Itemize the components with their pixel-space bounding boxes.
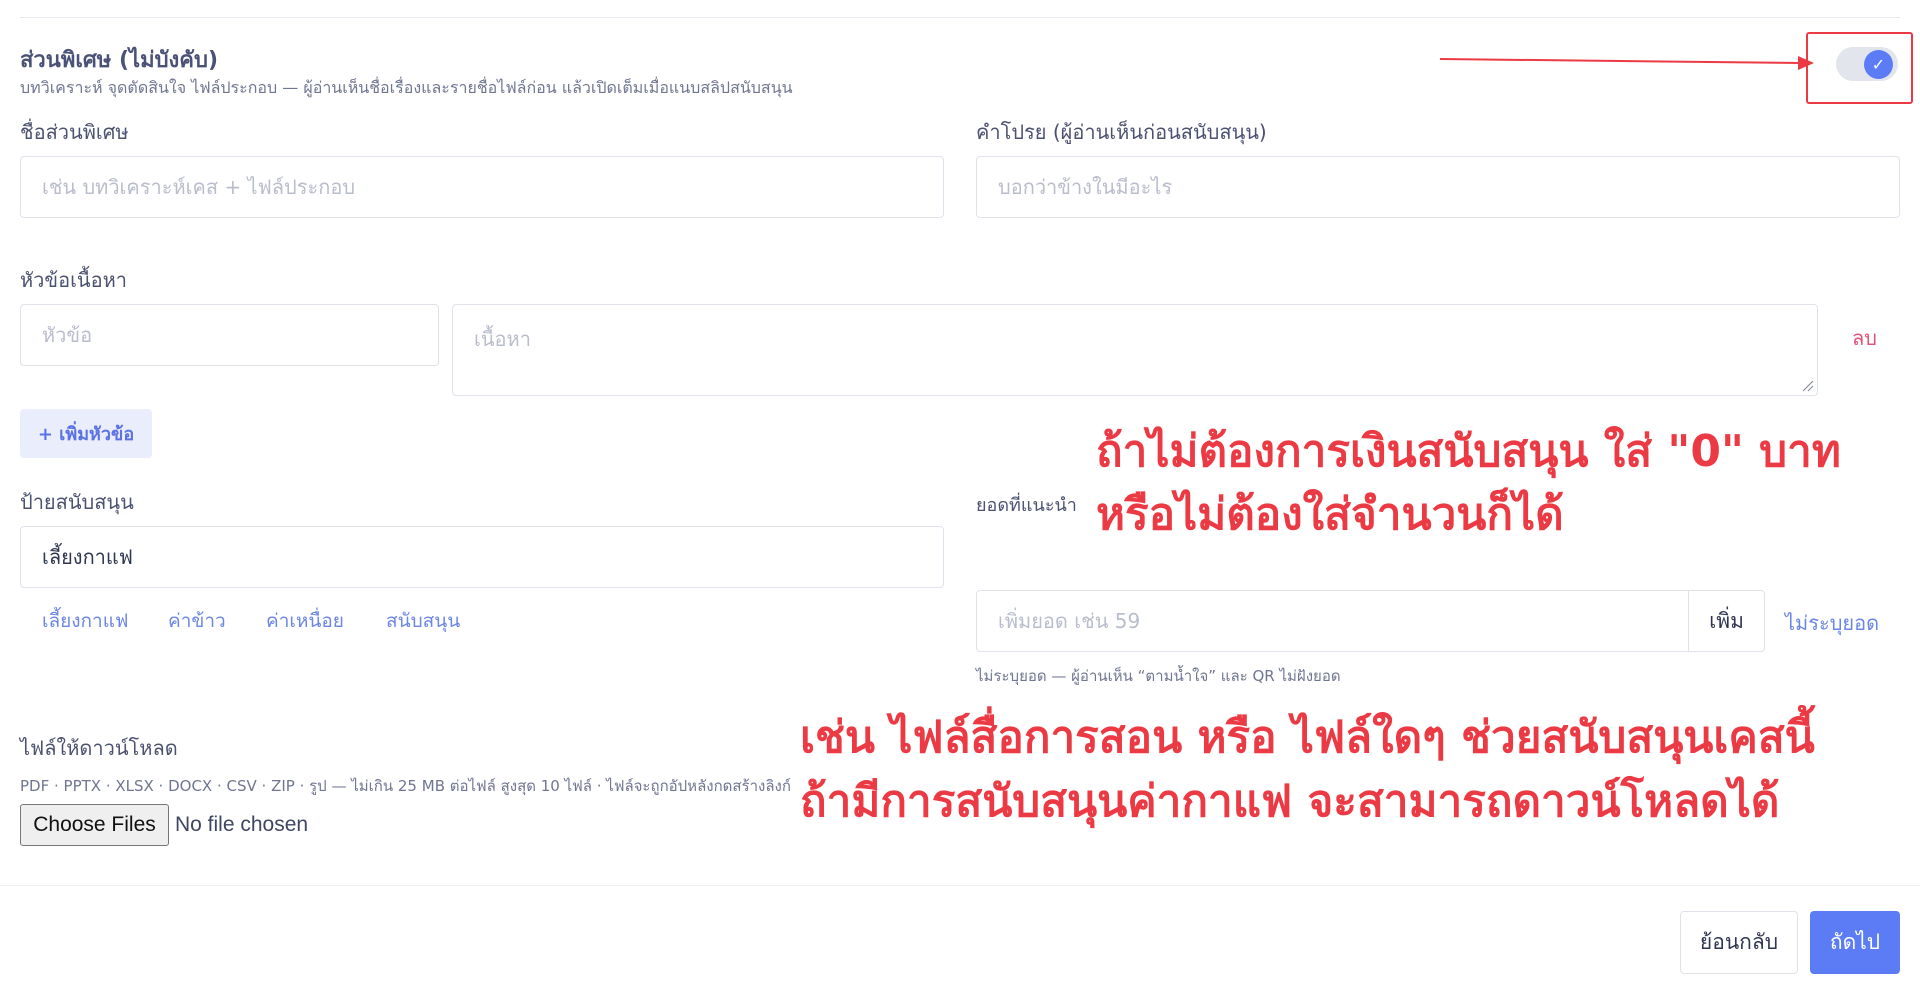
section-title: ส่วนพิเศษ (ไม่บังคับ) — [20, 48, 219, 73]
annotation-amount-line1: ถ้าไม่ต้องการเงินสนับสนุน ใส่ "0" บาท — [1096, 426, 1841, 477]
back-button[interactable]: ย้อนกลับ — [1680, 911, 1798, 974]
special-name-label: ชื่อส่วนพิเศษ — [20, 120, 129, 144]
support-chip-support[interactable]: สนับสนุน — [386, 606, 460, 636]
annotation-files-line1: เช่น ไฟล์สื่อการสอน หรือ ไฟล์ใดๆ ช่วยสนั… — [800, 712, 1815, 763]
amount-label: ยอดที่แนะนำ — [976, 495, 1077, 516]
annotation-amount-line2: หรือไม่ต้องใส่จำนวนก็ได้ — [1096, 489, 1564, 540]
files-hint: PDF · PPTX · XLSX · DOCX · CSV · ZIP · ร… — [20, 777, 791, 795]
special-name-placeholder: เช่น บทวิเคราะห์เคส + ไฟล์ประกอบ — [42, 175, 356, 199]
support-label: ป้ายสนับสนุน — [20, 490, 134, 514]
support-label-value: เลี้ยงกาแฟ — [42, 545, 133, 569]
amount-hint: ไม่ระบุยอด — ผู้อ่านเห็น “ตามน้ำใจ” และ … — [976, 667, 1341, 685]
topic-heading-input[interactable]: หัวข้อ — [20, 304, 439, 366]
teaser-input[interactable]: บอกว่าข้างในมีอะไร — [976, 156, 1900, 218]
next-button[interactable]: ถัดไป — [1810, 911, 1900, 974]
amount-input[interactable]: เพิ่มยอด เช่น 59 — [976, 590, 1689, 652]
amount-placeholder: เพิ่มยอด เช่น 59 — [998, 609, 1141, 633]
topics-label: หัวข้อเนื้อหา — [20, 268, 128, 292]
section-description: บทวิเคราะห์ จุดตัดสินใจ ไฟล์ประกอบ — ผู้… — [20, 78, 793, 97]
add-amount-button[interactable]: เพิ่ม — [1688, 590, 1765, 652]
resize-grip-icon[interactable] — [1802, 380, 1814, 392]
top-divider — [20, 17, 1900, 18]
footer-divider — [0, 885, 1920, 886]
delete-topic-link[interactable]: ลบ — [1852, 322, 1877, 354]
topic-heading-placeholder: หัวข้อ — [42, 323, 93, 347]
topic-content-textarea[interactable]: เนื้อหา — [452, 304, 1818, 396]
support-chip-effort[interactable]: ค่าเหนื่อย — [266, 606, 344, 636]
files-label: ไฟล์ให้ดาวน์โหลด — [20, 736, 178, 760]
no-amount-link[interactable]: ไม่ระบุยอด — [1785, 607, 1879, 639]
support-chip-meal[interactable]: ค่าข้าว — [168, 606, 226, 636]
special-name-input[interactable]: เช่น บทวิเคราะห์เคส + ไฟล์ประกอบ — [20, 156, 944, 218]
topic-content-placeholder: เนื้อหา — [474, 327, 531, 351]
choose-files-button[interactable]: Choose Files — [20, 804, 169, 846]
support-label-input[interactable]: เลี้ยงกาแฟ — [20, 526, 944, 588]
file-status: No file chosen — [175, 813, 309, 836]
add-topic-button[interactable]: + เพิ่มหัวข้อ — [20, 409, 152, 458]
annotation-highlight-box — [1806, 32, 1913, 104]
teaser-label: คำโปรย (ผู้อ่านเห็นก่อนสนับสนุน) — [976, 120, 1267, 144]
support-chip-coffee[interactable]: เลี้ยงกาแฟ — [42, 606, 128, 636]
annotation-files-line2: ถ้ามีการสนับสนุนค่ากาแฟ จะสามารถดาวน์โหล… — [800, 776, 1780, 827]
teaser-placeholder: บอกว่าข้างในมีอะไร — [998, 175, 1173, 199]
